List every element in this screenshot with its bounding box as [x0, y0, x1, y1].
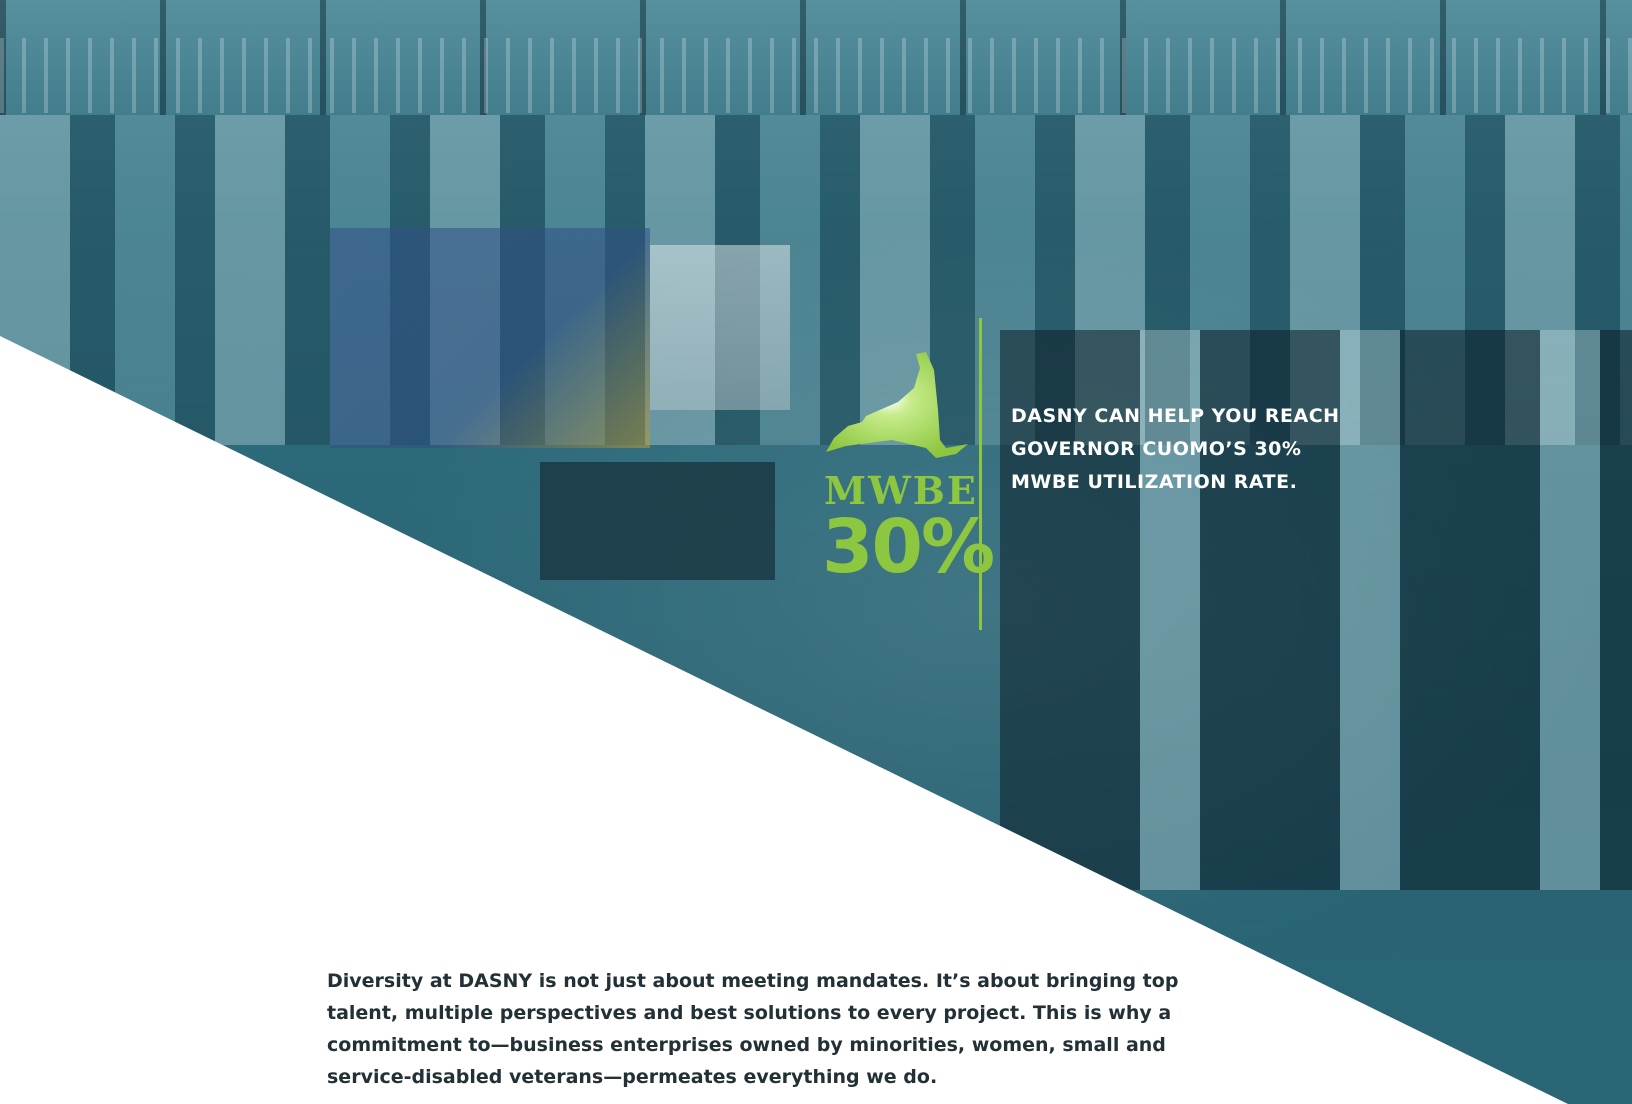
- mwbe-percent: 30%: [822, 504, 995, 590]
- ceiling-lights: [0, 38, 1632, 113]
- body-paragraph: Diversity at DASNY is not just about mee…: [327, 970, 1179, 1088]
- green-divider: [979, 318, 982, 630]
- callout-text: DASNY can help you reach Governor Cuomo’…: [1011, 405, 1340, 493]
- booth-table: [540, 462, 775, 580]
- booth-banner: [650, 245, 790, 410]
- booth-display: [330, 228, 650, 448]
